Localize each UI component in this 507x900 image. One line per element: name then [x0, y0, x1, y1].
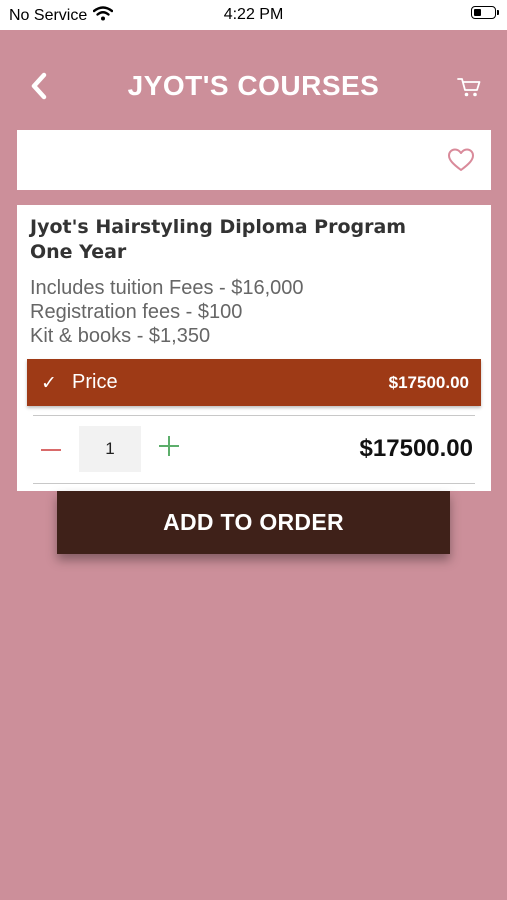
price-option-label: Price: [72, 371, 118, 393]
product-description: Includes tuition Fees - $16,000 Registra…: [30, 276, 470, 348]
checkmark-icon: ✓: [41, 373, 57, 394]
divider: [33, 483, 475, 484]
page-title: JYOT'S COURSES: [127, 70, 380, 101]
quantity-row: 1 $17500.00: [27, 417, 481, 483]
description-line: Includes tuition Fees - $16,000: [30, 277, 304, 299]
price-option-value: $17500.00: [388, 373, 469, 392]
product-title-line2: One Year: [30, 241, 127, 263]
favorite-button[interactable]: [447, 147, 475, 173]
status-time: 4:22 PM: [223, 6, 284, 23]
battery-icon: [471, 6, 499, 19]
cart-icon: [457, 76, 481, 103]
description-line: Kit & books - $1,350: [30, 325, 211, 347]
header: JYOT'S COURSES: [0, 30, 507, 140]
description-line: Registration fees - $100: [30, 301, 243, 323]
favorite-bar: [17, 130, 491, 190]
product-card: Jyot's Hairstyling Diploma Program One Y…: [17, 205, 491, 491]
decrease-quantity-button[interactable]: [37, 431, 65, 465]
cart-button[interactable]: [456, 76, 482, 102]
price-option[interactable]: ✓ Price $17500.00: [27, 359, 481, 406]
product-title: Jyot's Hairstyling Diploma Program One Y…: [30, 215, 430, 265]
add-to-order-button[interactable]: ADD TO ORDER: [57, 491, 450, 554]
divider: [33, 415, 475, 416]
quantity-value[interactable]: 1: [79, 426, 141, 472]
total-price: $17500.00: [359, 435, 473, 462]
status-bar: No Service 4:22 PM: [0, 0, 507, 30]
plus-icon: [159, 435, 179, 461]
minus-icon: [41, 439, 61, 457]
product-title-line1: Jyot's Hairstyling Diploma Program: [30, 216, 407, 238]
heart-outline-icon: [447, 148, 475, 177]
increase-quantity-button[interactable]: [155, 431, 183, 465]
